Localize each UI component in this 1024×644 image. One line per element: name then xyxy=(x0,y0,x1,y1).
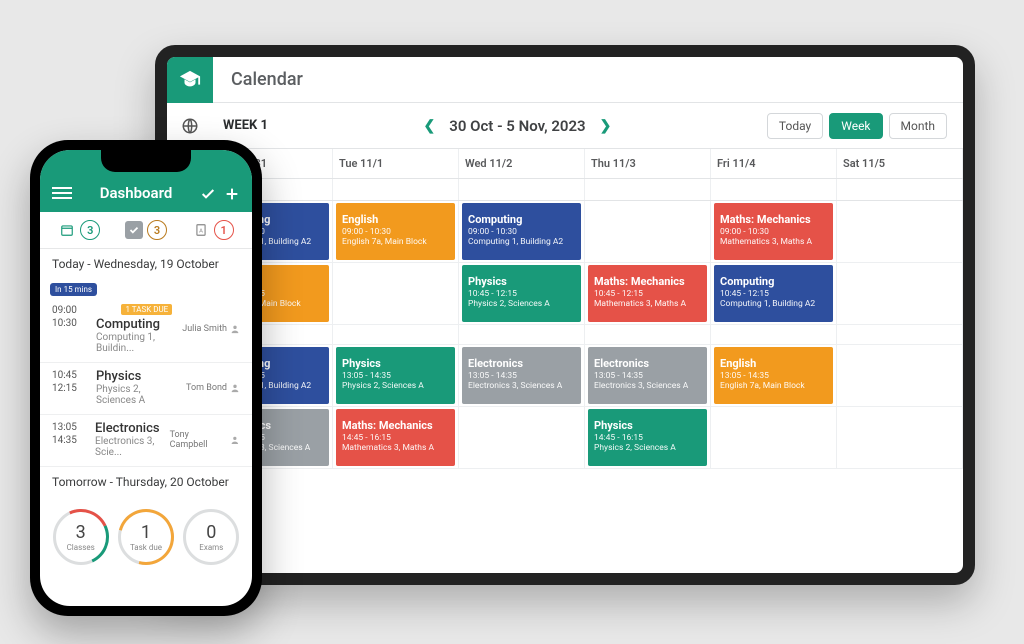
tab-exams[interactable]: A 1 xyxy=(192,220,234,240)
calendar-event[interactable]: Physics14:45 - 16:15Physics 2, Sciences … xyxy=(588,409,707,466)
view-switcher: Today Week Month xyxy=(767,113,947,139)
graduation-cap-icon xyxy=(179,69,201,91)
calendar-topbar: Calendar xyxy=(167,57,963,103)
phone-frame: Dashboard 3 3 A 1 Today - Wednesday, 19 … xyxy=(30,140,262,616)
half-term-row: nn Half Term xyxy=(167,179,963,201)
agenda-item[interactable]: 10:4512:15PhysicsPhysics 2, Sciences ATo… xyxy=(40,363,252,415)
laptop-frame: Calendar WEEK 1 ❮ 30 Oct - 5 Nov, 2023 ❯… xyxy=(155,45,975,585)
day-header: Sat 11/5 xyxy=(837,149,963,178)
calendar-event[interactable]: English13:05 - 14:35English 7a, Main Blo… xyxy=(714,347,833,404)
calendar-event[interactable]: Maths: Mechanics10:45 - 12:15Mathematics… xyxy=(588,265,707,322)
tasks-count: 3 xyxy=(147,220,167,240)
ring-classes[interactable]: 3 Classes xyxy=(53,509,109,565)
calendar-event[interactable]: Electronics13:05 - 14:35Electronics 3, S… xyxy=(588,347,707,404)
day-header: Tue 11/1 xyxy=(333,149,459,178)
time-slot-row: Electronics14:45 - 16:15Electronics 3, S… xyxy=(167,407,963,469)
check-icon[interactable] xyxy=(200,186,216,202)
add-icon[interactable] xyxy=(224,186,240,202)
phone-screen: Dashboard 3 3 A 1 Today - Wednesday, 19 … xyxy=(40,150,252,606)
page-title: Calendar xyxy=(213,69,303,90)
day-header: Fri 11/4 xyxy=(711,149,837,178)
phone-notch xyxy=(101,150,191,172)
time-slot-row: English10:45 - 12:15English 7a, Main Blo… xyxy=(167,263,963,325)
tab-tasks[interactable]: 3 xyxy=(125,220,167,240)
check-square-icon xyxy=(127,223,141,237)
classes-count: 3 xyxy=(80,220,100,240)
tab-classes[interactable]: 3 xyxy=(58,220,100,240)
time-slot-row: Computing09:00 - 10:30Computing 1, Build… xyxy=(167,201,963,263)
calendar-event[interactable]: Maths: Mechanics14:45 - 16:15Mathematics… xyxy=(336,409,455,466)
calendar-event[interactable]: Computing09:00 - 10:30Computing 1, Build… xyxy=(462,203,581,260)
ring-exams[interactable]: 0 Exams xyxy=(183,509,239,565)
prev-week-button[interactable]: ❮ xyxy=(424,118,436,134)
time-slot-row: Computing13:05 - 14:35Computing 1, Build… xyxy=(167,345,963,407)
date-range: 30 Oct - 5 Nov, 2023 xyxy=(449,117,585,135)
exam-icon: A xyxy=(194,223,208,237)
calendar-event[interactable]: Physics10:45 - 12:15Physics 2, Sciences … xyxy=(462,265,581,322)
calendar-grid: 8:30 Mon 10/31 Tue 11/1 Wed 11/2 Thu 11/… xyxy=(167,149,963,573)
person-icon xyxy=(230,324,240,334)
next-week-button[interactable]: ❯ xyxy=(600,118,612,134)
svg-text:A: A xyxy=(199,228,203,234)
calendar-event[interactable]: Physics13:05 - 14:35Physics 2, Sciences … xyxy=(336,347,455,404)
calendar-event[interactable]: Computing10:45 - 12:15Computing 1, Build… xyxy=(714,265,833,322)
agenda-item[interactable]: 13:0514:35ElectronicsElectronics 3, Scie… xyxy=(40,415,252,467)
week-view-button[interactable]: Week xyxy=(829,113,882,139)
day-header: Wed 11/2 xyxy=(459,149,585,178)
month-view-button[interactable]: Month xyxy=(889,113,947,139)
calendar-controls: WEEK 1 ❮ 30 Oct - 5 Nov, 2023 ❯ Today We… xyxy=(167,103,963,149)
exams-count: 1 xyxy=(214,220,234,240)
tomorrow-summary: 3 Classes 1 Task due 0 Exams xyxy=(40,495,252,579)
person-icon xyxy=(230,435,240,445)
ring-tasks[interactable]: 1 Task due xyxy=(118,509,174,565)
day-headers-row: 8:30 Mon 10/31 Tue 11/1 Wed 11/2 Thu 11/… xyxy=(167,149,963,179)
person-icon xyxy=(230,383,240,393)
week-label: WEEK 1 xyxy=(213,118,268,133)
countdown-badge: In 15 mins xyxy=(50,283,97,296)
summary-tabs: 3 3 A 1 xyxy=(40,212,252,249)
calendar-event[interactable]: Electronics13:05 - 14:35Electronics 3, S… xyxy=(462,347,581,404)
tomorrow-heading: Tomorrow - Thursday, 20 October xyxy=(40,467,252,495)
menu-button[interactable] xyxy=(52,184,72,202)
phone-title: Dashboard xyxy=(100,184,173,202)
calendar-icon xyxy=(60,223,74,237)
agenda-item[interactable]: 09:0010:301 TASK DUEComputingComputing 1… xyxy=(40,298,252,363)
app-logo xyxy=(167,57,213,103)
calendar-event[interactable]: English09:00 - 10:30English 7a, Main Blo… xyxy=(336,203,455,260)
date-navigator: ❮ 30 Oct - 5 Nov, 2023 ❯ xyxy=(268,117,767,135)
today-button[interactable]: Today xyxy=(767,113,823,139)
calendar-event[interactable]: Maths: Mechanics09:00 - 10:30Mathematics… xyxy=(714,203,833,260)
globe-icon xyxy=(181,117,199,135)
day-header: Thu 11/3 xyxy=(585,149,711,178)
today-heading: Today - Wednesday, 19 October xyxy=(40,249,252,277)
